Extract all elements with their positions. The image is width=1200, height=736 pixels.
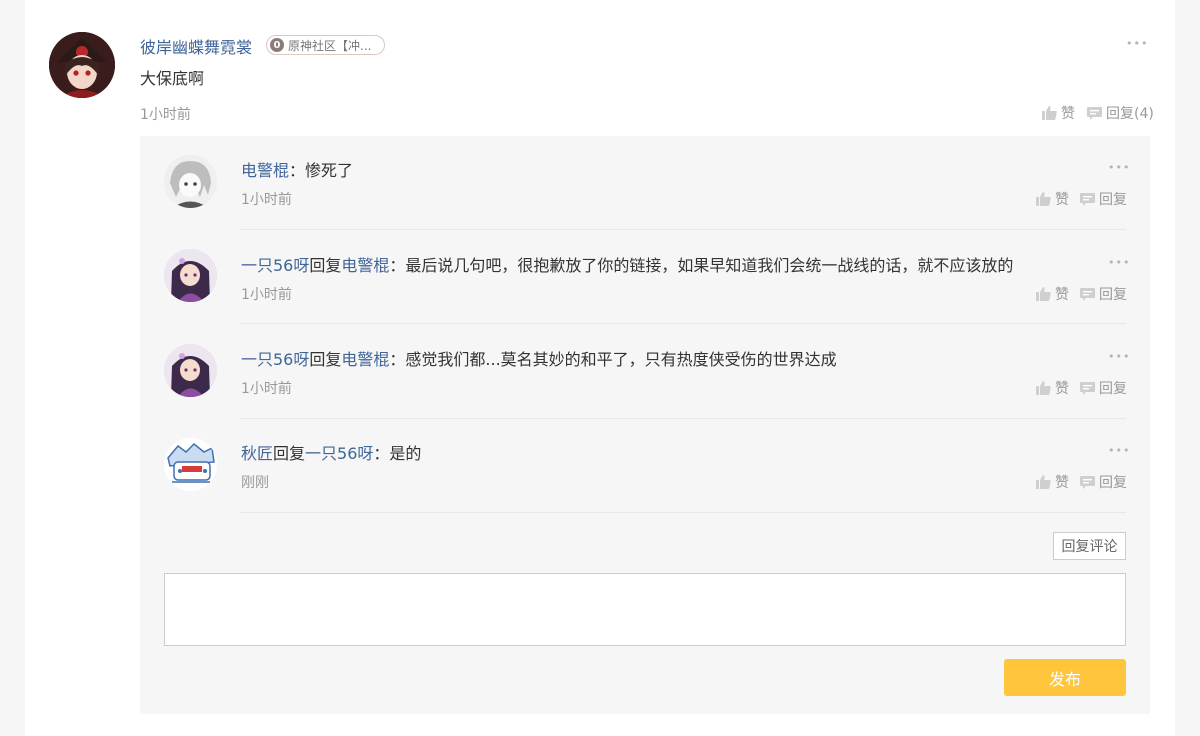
divider (241, 512, 1126, 513)
reply-separator: ： (373, 444, 390, 463)
reply-content: 感觉我们都...莫名其妙的和平了，只有热度侠受伤的世界达成 (405, 350, 837, 369)
avatar-image-icon (164, 155, 217, 208)
reply-username[interactable]: 一￼只56呀 (241, 350, 309, 369)
reply-like-label: 赞 (1055, 381, 1069, 397)
publish-button[interactable]: 发布 (1004, 659, 1126, 696)
reply-username[interactable]: 秋匠 (241, 444, 273, 463)
comment-bubble-icon (1080, 192, 1095, 206)
thumbs-up-icon (1036, 475, 1051, 489)
reply-time: 1小时前 (241, 192, 292, 208)
reply-like-button[interactable]: 赞 (1036, 189, 1069, 209)
reply-time: 1小时前 (241, 381, 292, 397)
reply-username[interactable]: 电警棍 (241, 161, 289, 180)
reply-line: 一￼只56呀回复电警棍：最后说几句吧，很抱歉放了你的链接，如果早知道我们会统一战… (241, 252, 1013, 276)
reply-like-label: 赞 (1055, 192, 1069, 208)
reply-word: 回复 (309, 350, 342, 369)
reply-target[interactable]: 一￼只56呀 (305, 444, 373, 463)
reply-line: 电警棍：惨死了 (241, 157, 353, 181)
level-badge[interactable]: 0 原神社区【冲... (266, 35, 385, 55)
level-number: 0 (270, 38, 284, 52)
reply-avatar[interactable] (164, 155, 217, 208)
main-like-label: 赞 (1061, 106, 1075, 122)
main-like-button[interactable]: 赞 (1042, 103, 1075, 123)
thumbs-up-icon (1036, 287, 1051, 301)
reply-like-label: 赞 (1055, 287, 1069, 303)
divider (241, 229, 1126, 230)
reply-like-button[interactable]: 赞 (1036, 378, 1069, 398)
reply-word: 回复 (273, 444, 306, 463)
reply-reply-button[interactable]: 回复 (1080, 189, 1127, 209)
reply-time: 刚刚 (241, 475, 269, 491)
main-reply-label: 回复(4) (1106, 106, 1154, 122)
main-username[interactable]: 彼岸幽蝶舞霓裳 (140, 34, 252, 58)
avatar-image-icon (164, 249, 217, 302)
reply-reply-label: 回复 (1099, 381, 1127, 397)
reply-more-icon[interactable]: ••• (1108, 351, 1130, 362)
main-reply-button[interactable]: 回复(4) (1087, 103, 1154, 123)
main-comment-time: 1小时前 (140, 107, 191, 123)
reply-time: 1小时前 (241, 287, 292, 303)
comment-bubble-icon (1080, 287, 1095, 301)
reply-like-button[interactable]: 赞 (1036, 284, 1069, 304)
reply-target[interactable]: 电警棍 (341, 350, 389, 369)
reply-target[interactable]: 电警棍 (341, 256, 389, 275)
reply-line: 秋匠回复一￼只56呀：是的 (241, 440, 421, 464)
reply-content: 是的 (389, 444, 422, 463)
avatar-image-icon (164, 438, 217, 491)
main-more-icon[interactable]: ••• (1126, 38, 1148, 49)
reply-more-icon[interactable]: ••• (1108, 162, 1130, 173)
reply-content: 最后说几句吧，很抱歉放了你的链接，如果早知道我们会统一战线的话，就不应该放的 (405, 256, 1014, 275)
reply-reply-label: 回复 (1099, 192, 1127, 208)
comment-bubble-icon (1080, 475, 1095, 489)
reply-separator: ： (389, 350, 406, 369)
reply-separator: ： (389, 256, 406, 275)
reply-reply-label: 回复 (1099, 287, 1127, 303)
reply-reply-button[interactable]: 回复 (1080, 284, 1127, 304)
avatar-image-icon (164, 344, 217, 397)
comment-bubble-icon (1087, 106, 1102, 120)
thumbs-up-icon (1036, 192, 1051, 206)
thumbs-up-icon (1042, 106, 1057, 120)
reply-avatar[interactable] (164, 249, 217, 302)
reply-avatar[interactable] (164, 438, 217, 491)
reply-line: 一￼只56呀回复电警棍：感觉我们都...莫名其妙的和平了，只有热度侠受伤的世界达… (241, 346, 837, 370)
main-avatar[interactable] (49, 32, 115, 98)
comment-bubble-icon (1080, 381, 1095, 395)
reply-content: 惨死了 (305, 161, 354, 180)
reply-like-button[interactable]: 赞 (1036, 472, 1069, 492)
reply-avatar[interactable] (164, 344, 217, 397)
divider (241, 323, 1126, 324)
reply-reply-button[interactable]: 回复 (1080, 378, 1127, 398)
divider (241, 418, 1126, 419)
reply-word: 回复 (309, 256, 342, 275)
reply-more-icon[interactable]: ••• (1108, 445, 1130, 456)
reply-reply-label: 回复 (1099, 475, 1127, 491)
reply-more-icon[interactable]: ••• (1108, 257, 1130, 268)
reply-comment-button[interactable]: 回复评论 (1053, 532, 1126, 560)
thumbs-up-icon (1036, 381, 1051, 395)
avatar-image-icon (49, 32, 115, 98)
reply-username[interactable]: 一￼只56呀 (241, 256, 309, 275)
main-comment-text: 大保底啊 (140, 69, 205, 88)
reply-like-label: 赞 (1055, 475, 1069, 491)
reply-reply-button[interactable]: 回复 (1080, 472, 1127, 492)
reply-separator: ： (289, 161, 306, 180)
badge-label: 原神社区【冲... (288, 38, 372, 53)
reply-textarea[interactable] (164, 573, 1126, 646)
